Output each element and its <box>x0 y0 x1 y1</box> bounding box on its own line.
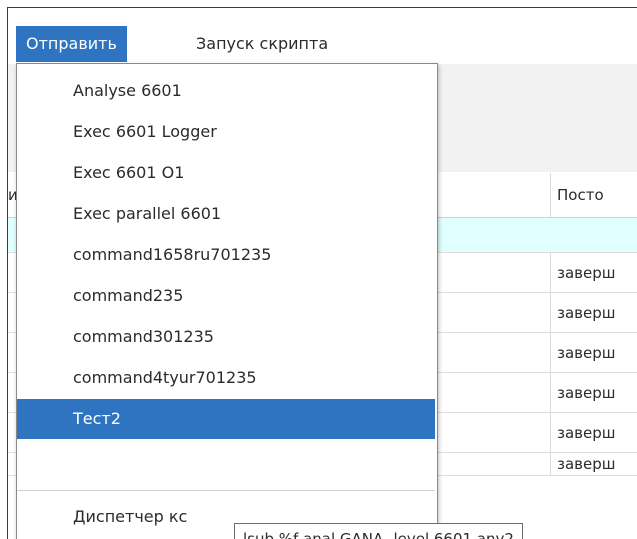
table-cell: заверш <box>550 333 637 372</box>
column-header-state[interactable]: Посто <box>550 173 637 217</box>
menu-item-command1658ru701235[interactable]: command1658ru701235 <box>17 235 435 275</box>
menu-item-command301235[interactable]: command301235 <box>17 317 435 357</box>
menu-item-exec-parallel-6601[interactable]: Exec parallel 6601 <box>17 194 435 234</box>
table-cell: заверш <box>550 413 637 452</box>
menu-run-script[interactable]: Запуск скрипта <box>186 26 338 62</box>
send-dropdown-menu: Analyse 6601 Exec 6601 Logger Exec 6601 … <box>16 63 438 539</box>
table-cell <box>550 218 637 252</box>
menu-item-analyse-6601[interactable]: Analyse 6601 <box>17 71 435 111</box>
table-cell: заверш <box>550 293 637 332</box>
menu-item-exec-6601-logger[interactable]: Exec 6601 Logger <box>17 112 435 152</box>
command-tooltip: lsub %f anal GANA -level 6601 any2 <box>234 523 523 539</box>
menubar: Отправить Запуск скрипта <box>8 26 637 62</box>
table-cell: заверш <box>550 373 637 412</box>
table-cell: заверш <box>550 253 637 292</box>
menu-item-command235[interactable]: command235 <box>17 276 435 316</box>
menu-separator <box>17 490 435 491</box>
menu-item-command4tyur701235[interactable]: command4tyur701235 <box>17 358 435 398</box>
menu-item-test2[interactable]: Тест2 <box>17 399 435 439</box>
table-cell: заверш <box>550 453 637 475</box>
menu-send[interactable]: Отправить <box>16 26 127 62</box>
app-window: Отправить Запуск скрипта и татус Посто н… <box>7 7 637 539</box>
menu-item-exec-6601-o1[interactable]: Exec 6601 O1 <box>17 153 435 193</box>
